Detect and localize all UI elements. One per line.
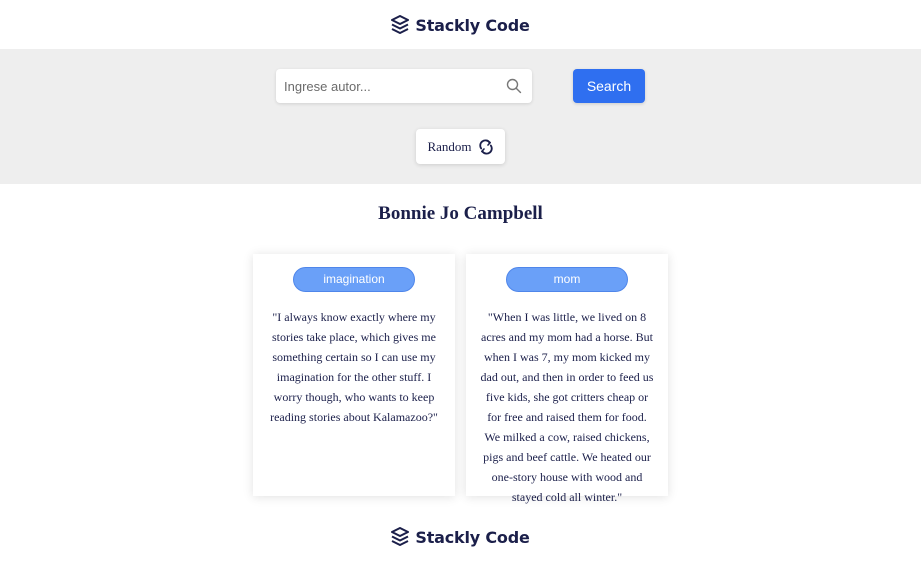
quote-text: "I always know exactly where my stories … <box>270 310 438 424</box>
brand-name: Stackly Code <box>415 15 530 35</box>
header-brand[interactable]: Stackly Code <box>0 12 921 38</box>
refresh-icon <box>478 139 493 154</box>
quote-tag[interactable]: mom <box>506 267 628 292</box>
quote-card: mom "When I was little, we lived on 8 ac… <box>466 254 668 504</box>
stack-logo-icon <box>391 527 410 546</box>
search-box <box>276 69 532 103</box>
search-icon[interactable] <box>506 78 522 94</box>
random-button-label: Random <box>427 138 472 154</box>
footer-brand[interactable]: Stackly Code <box>0 524 921 550</box>
random-button[interactable]: Random <box>416 129 505 164</box>
stack-logo-icon <box>391 15 410 34</box>
search-button[interactable]: Search <box>573 69 645 103</box>
quote-text: "When I was little, we lived on 8 acres … <box>480 310 654 504</box>
footer-brand-name: Stackly Code <box>415 527 530 547</box>
author-name: Bonnie Jo Campbell <box>378 203 543 224</box>
quote-card: imagination "I always know exactly where… <box>253 254 455 496</box>
search-input[interactable] <box>276 69 496 103</box>
quote-tag[interactable]: imagination <box>293 267 415 292</box>
